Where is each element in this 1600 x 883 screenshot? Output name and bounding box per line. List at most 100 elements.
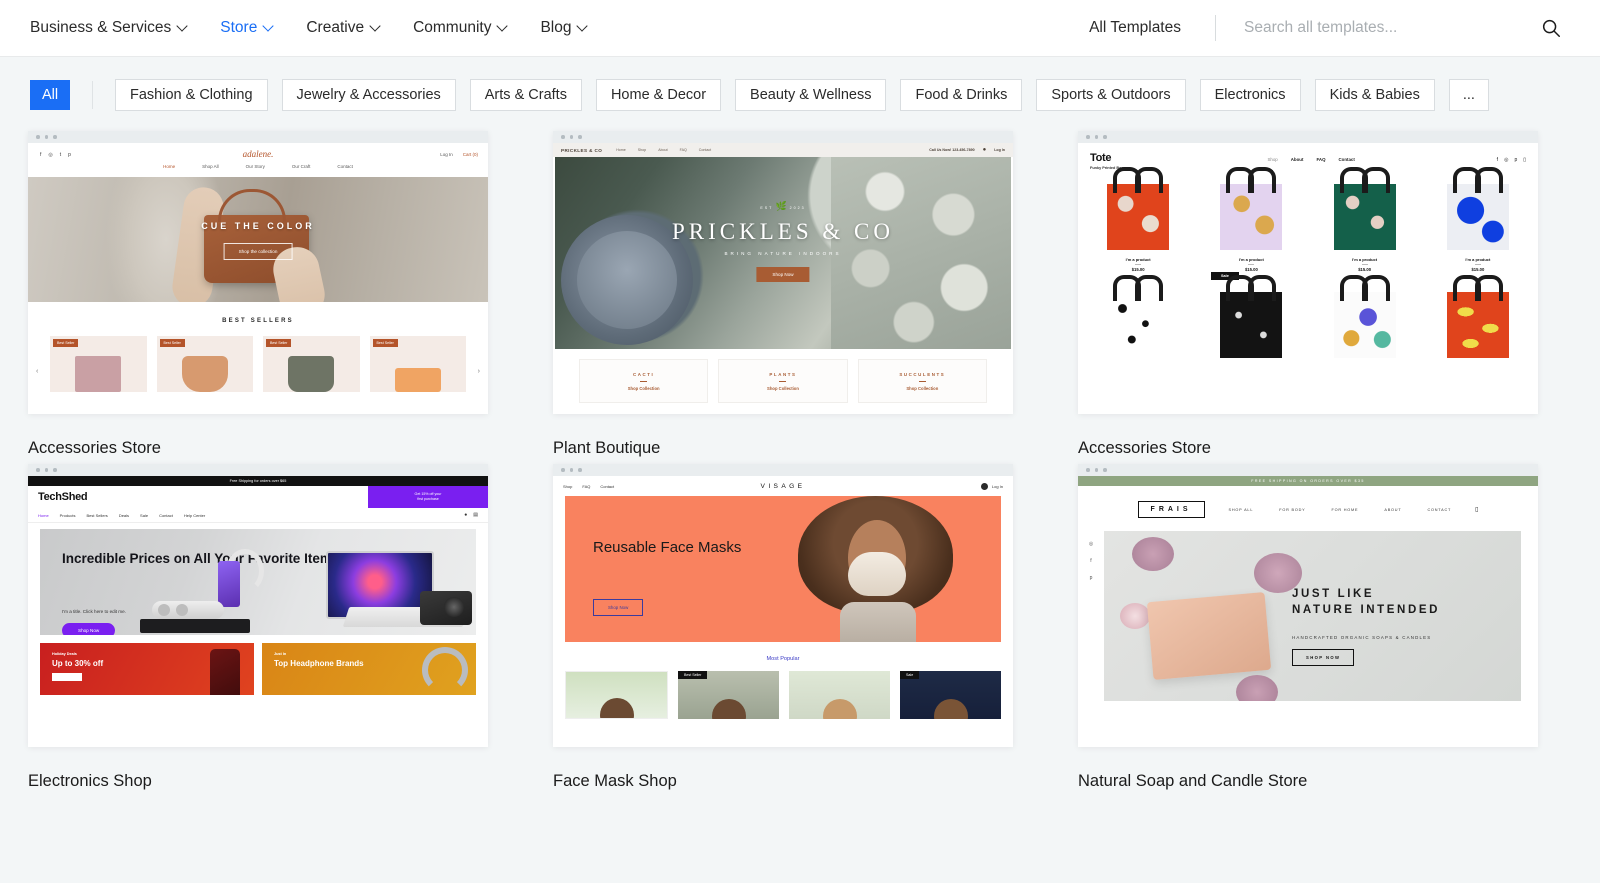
filter-chip-food-drinks[interactable]: Food & Drinks — [900, 79, 1023, 111]
preview-site-techshed: Free Shipping for orders over $65 TechSh… — [28, 476, 488, 747]
bag-handles-icon — [1113, 167, 1164, 193]
menu-item-deals: Deals — [118, 512, 130, 518]
chrome-dot-red-icon — [561, 468, 565, 472]
nav-item-creative[interactable]: Creative — [306, 19, 400, 37]
hero-button: Shop Now — [593, 599, 644, 616]
nav-item-community[interactable]: Community — [413, 19, 527, 37]
preview-menu: Shop About FAQ Contact — [1268, 157, 1355, 162]
camera-shape — [420, 591, 472, 625]
shopping-cart-icon: ▤ — [473, 512, 478, 518]
template-thumbnail[interactable]: Shop FAQ Contact VISAGE Log In Reusable … — [553, 464, 1013, 747]
header-icons: ● ▤ — [464, 512, 478, 518]
nav-item-label: Store — [220, 19, 258, 36]
nav-item-label: Creative — [306, 19, 365, 36]
facebook-icon: f — [1496, 157, 1499, 163]
section-title: Most Popular — [766, 656, 800, 662]
preview-logo: adalene. — [242, 149, 274, 159]
filter-chip-arts-crafts[interactable]: Arts & Crafts — [469, 79, 582, 111]
template-thumbnail[interactable]: PRICKLES & CO Home Shop About FAQ Contac… — [553, 131, 1013, 414]
menu-item-for-body: FOR BODY — [1279, 507, 1306, 512]
collection-link: Shop Collection — [767, 385, 799, 391]
template-thumbnail[interactable]: Tote Funky Printed Bags Shop About FAQ C… — [1078, 131, 1538, 414]
nav-item-label: Community — [413, 19, 492, 36]
chrome-dot-yellow-icon — [1094, 135, 1098, 139]
headphones-shape — [422, 647, 468, 693]
tote-bag-image — [1220, 167, 1283, 250]
chrome-dot-yellow-icon — [569, 135, 573, 139]
filter-chip-jewelry-accessories[interactable]: Jewelry & Accessories — [281, 79, 456, 111]
cart-link: Cart (0) — [462, 152, 478, 157]
filter-chip-fashion-clothing[interactable]: Fashion & Clothing — [115, 79, 268, 111]
menu-item-home: Home — [163, 164, 176, 169]
bag-handles-icon — [1226, 275, 1277, 301]
template-card-accessories-store-2[interactable]: Tote Funky Printed Bags Shop About FAQ C… — [1078, 131, 1600, 464]
bag-handles-icon — [1452, 275, 1503, 301]
best-seller-badge: Best Seller — [678, 671, 708, 679]
template-thumbnail[interactable]: FREE SHIPPING ON ORDERS OVER $35 FRAIS S… — [1078, 464, 1538, 747]
collection-succulents: SUCCULENTS Shop Collection — [857, 359, 987, 403]
template-thumbnail[interactable]: Free Shipping for orders over $65 TechSh… — [28, 464, 488, 747]
chevron-down-icon — [264, 22, 273, 31]
template-thumbnail[interactable]: f ◎ t p adalene. Log In Cart (0) Home Sh… — [28, 131, 488, 414]
preview-account: Log In — [980, 482, 1003, 490]
chevron-down-icon — [498, 22, 507, 31]
facebook-icon: f — [1090, 558, 1092, 564]
template-card-electronics-shop[interactable]: Free Shipping for orders over $65 TechSh… — [28, 464, 553, 797]
menu-item-contact: Contact — [159, 512, 173, 518]
template-card-face-mask-shop[interactable]: Shop FAQ Contact VISAGE Log In Reusable … — [553, 464, 1078, 797]
filter-chip-electronics[interactable]: Electronics — [1199, 79, 1301, 111]
best-seller-badge: Best Seller — [53, 339, 79, 347]
menu-item-about: ABOUT — [1384, 507, 1402, 512]
collection-link: Shop Collection — [627, 385, 660, 391]
browser-chrome-bar — [28, 464, 488, 476]
chevron-down-icon — [578, 22, 587, 31]
preview-body: ◎ f p JUST LIKE NATURE INTENDED HANDCRAF… — [1078, 531, 1538, 701]
all-templates-link[interactable]: All Templates — [1089, 19, 1181, 37]
chrome-dot-yellow-icon — [44, 135, 48, 139]
search-input[interactable] — [1244, 19, 1534, 37]
hero-title: JUST LIKE NATURE INTENDED — [1292, 587, 1440, 618]
nav-item-business-services[interactable]: Business & Services — [30, 19, 207, 37]
bag-handles-icon — [1339, 167, 1390, 193]
header-divider — [1215, 15, 1216, 41]
filter-chip-sports-outdoors[interactable]: Sports & Outdoors — [1036, 79, 1186, 111]
chrome-dot-red-icon — [561, 135, 565, 139]
menu-item-shop: Shop — [1267, 157, 1278, 162]
hero-subtitle: I'm a title. Click here to edit me. — [62, 609, 126, 614]
collection-columns: CACTI Shop Collection PLANTS Shop Collec… — [553, 349, 1013, 403]
carousel-next-icon: › — [477, 368, 480, 375]
product-row: Best Seller Sale — [553, 671, 1013, 719]
nav-item-store[interactable]: Store — [220, 19, 293, 37]
browser-chrome-bar — [1078, 464, 1538, 476]
filter-chip-home-decor[interactable]: Home & Decor — [595, 79, 722, 111]
menu-item-faq: FAQ — [679, 148, 687, 152]
hero-portrait-image — [798, 496, 953, 642]
filter-chip-beauty-wellness[interactable]: Beauty & Wellness — [735, 79, 887, 111]
template-card-plant-boutique[interactable]: PRICKLES & CO Home Shop About FAQ Contac… — [553, 131, 1078, 464]
emblem-est-label: EST — [760, 206, 774, 210]
chrome-dot-yellow-icon — [44, 468, 48, 472]
preview-header: PRICKLES & CO Home Shop About FAQ Contac… — [553, 143, 1013, 157]
product-tile: Best Seller — [678, 671, 779, 719]
template-card-natural-soap-candle-store[interactable]: FREE SHIPPING ON ORDERS OVER $35 FRAIS S… — [1078, 464, 1600, 797]
search-icon[interactable] — [1540, 17, 1562, 39]
template-card-accessories-store-1[interactable]: f ◎ t p adalene. Log In Cart (0) Home Sh… — [28, 131, 553, 464]
filter-chip-all[interactable]: All — [30, 80, 70, 110]
divider — [918, 380, 926, 382]
carousel-prev-icon: ‹ — [36, 368, 39, 375]
filter-chip-kids-babies[interactable]: Kids & Babies — [1314, 79, 1435, 111]
collection-cacti: CACTI Shop Collection — [579, 359, 709, 403]
preview-hero: CUE THE COLOR Shop the collection — [28, 177, 488, 302]
collection-title: CACTI — [632, 371, 655, 377]
nav-item-blog[interactable]: Blog — [540, 19, 607, 37]
user-avatar-icon — [980, 482, 988, 490]
chrome-dot-red-icon — [36, 468, 40, 472]
template-grid: f ◎ t p adalene. Log In Cart (0) Home Sh… — [0, 131, 1600, 797]
hero-button: SHOP NOW — [1292, 649, 1355, 666]
filter-chip-more[interactable]: ... — [1448, 79, 1489, 111]
chrome-dot-green-icon — [53, 135, 57, 139]
emblem-year-label: 2023 — [789, 206, 806, 210]
soap-bar-shape — [1146, 592, 1272, 680]
bag-handles-icon — [1226, 167, 1277, 193]
preview-site-tote: Tote Funky Printed Bags Shop About FAQ C… — [1078, 143, 1538, 414]
